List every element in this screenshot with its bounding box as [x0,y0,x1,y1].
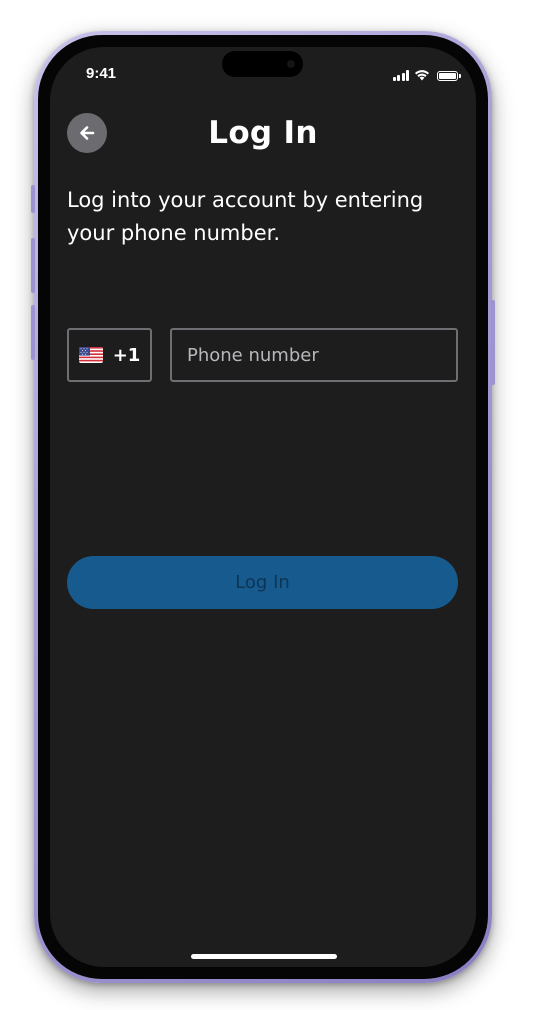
side-button-power [491,300,495,385]
home-indicator [191,954,337,959]
us-flag-icon [78,347,103,363]
back-button[interactable] [67,113,107,153]
side-button-volume-up [31,238,35,293]
login-button[interactable]: Log In [67,556,458,609]
cellular-signal-icon [392,70,409,81]
camera-icon [287,60,295,68]
subtitle: Log into your account by entering your p… [67,188,424,245]
arrow-left-icon [80,126,95,140]
wifi-icon [415,70,429,81]
country-code-label: +1 [112,344,141,366]
phone-number-input[interactable] [170,328,458,382]
country-code-selector[interactable]: +1 [67,328,152,382]
side-button-action [31,185,35,213]
battery-icon [437,71,461,81]
status-time: 9:41 [86,65,117,82]
dynamic-island [222,51,303,77]
side-button-volume-down [31,305,35,360]
page-title: Log In [208,115,318,151]
app-screen: 9:41 Log In Log into your account by ent… [50,47,476,967]
status-icons [392,67,461,81]
